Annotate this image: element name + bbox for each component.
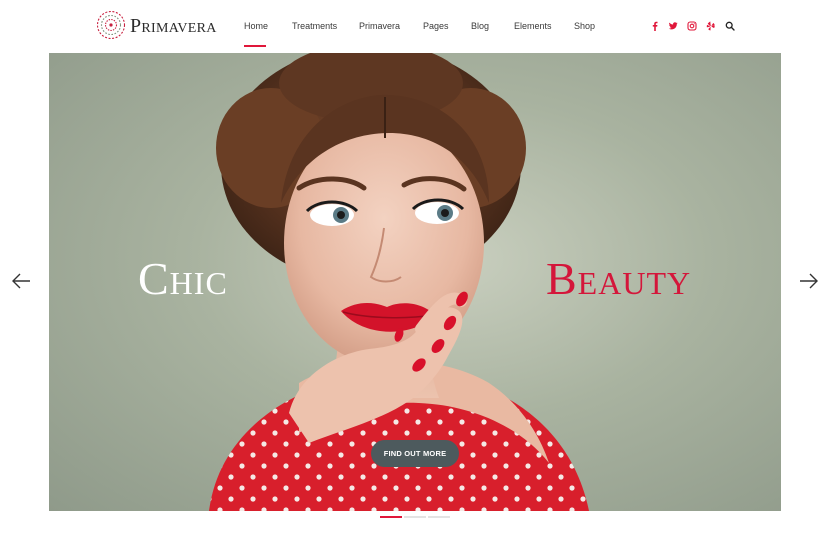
hero-slider: Chic Beauty FIND OUT MORE bbox=[49, 53, 781, 511]
site-header: Primavera Home Treatments Primavera Page… bbox=[0, 0, 830, 52]
instagram-icon[interactable] bbox=[687, 21, 697, 31]
facebook-icon[interactable] bbox=[650, 21, 660, 31]
nav-item-home[interactable]: Home bbox=[244, 20, 268, 32]
arrow-left-icon[interactable] bbox=[10, 270, 32, 292]
logo-icon[interactable] bbox=[96, 10, 126, 40]
hero-word-chic: Chic bbox=[138, 253, 228, 304]
slider-dot-1[interactable] bbox=[380, 516, 402, 518]
twitter-icon[interactable] bbox=[668, 21, 678, 31]
slider-dot-2[interactable] bbox=[404, 516, 426, 518]
nav-item-pages[interactable]: Pages bbox=[423, 20, 449, 32]
nav-item-blog[interactable]: Blog bbox=[471, 20, 489, 32]
nav-item-primavera[interactable]: Primavera bbox=[359, 20, 400, 32]
slider-dot-3[interactable] bbox=[428, 516, 450, 518]
nav-active-indicator bbox=[244, 45, 266, 47]
nav-item-elements[interactable]: Elements bbox=[514, 20, 552, 32]
search-icon[interactable] bbox=[725, 21, 735, 31]
arrow-right-icon[interactable] bbox=[798, 270, 820, 292]
nav-item-treatments[interactable]: Treatments bbox=[292, 20, 337, 32]
hero-word-beauty: Beauty bbox=[546, 253, 692, 304]
brand-name[interactable]: Primavera bbox=[130, 14, 217, 38]
yelp-icon[interactable] bbox=[706, 21, 716, 31]
find-out-more-button[interactable]: FIND OUT MORE bbox=[371, 440, 459, 467]
nav-item-shop[interactable]: Shop bbox=[574, 20, 595, 32]
